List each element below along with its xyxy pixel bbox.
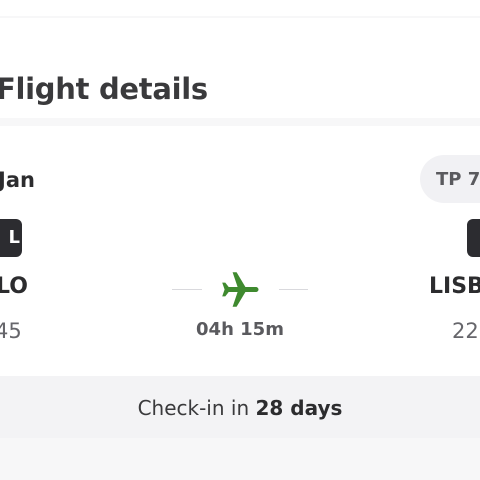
origin-terminal-badge: L — [0, 219, 22, 257]
flight-number: TP 7 — [436, 169, 480, 190]
airplane-icon — [222, 272, 259, 307]
origin-airport: LO — [0, 274, 28, 299]
flight-number-chip: TP 7 — [420, 155, 480, 203]
route-line-right — [279, 289, 308, 290]
section-title: Flight details — [0, 72, 208, 106]
destination-airport: LISB — [429, 274, 480, 299]
airplane-icon-shape — [222, 272, 259, 307]
checkin-countdown: 28 days — [255, 396, 343, 420]
flight-details-screen: Flight details Jan TP 7 L LO LISB 45 04h… — [0, 0, 480, 480]
checkin-text: Check-in in 28 days — [0, 396, 480, 420]
previous-card-edge — [0, 0, 480, 16]
section-header: Flight details — [0, 18, 480, 118]
flight-date: Jan — [0, 168, 35, 192]
arrival-time: 22 — [452, 319, 479, 343]
route-line-left — [172, 289, 202, 290]
flight-duration: 04h 15m — [196, 319, 284, 340]
checkin-banner[interactable]: Check-in in 28 days — [0, 376, 480, 438]
checkin-prefix: Check-in in — [137, 396, 250, 420]
flight-card[interactable]: Jan TP 7 L LO LISB 45 04h 15m 22 Check-i… — [0, 126, 480, 438]
destination-terminal-badge — [467, 219, 480, 257]
